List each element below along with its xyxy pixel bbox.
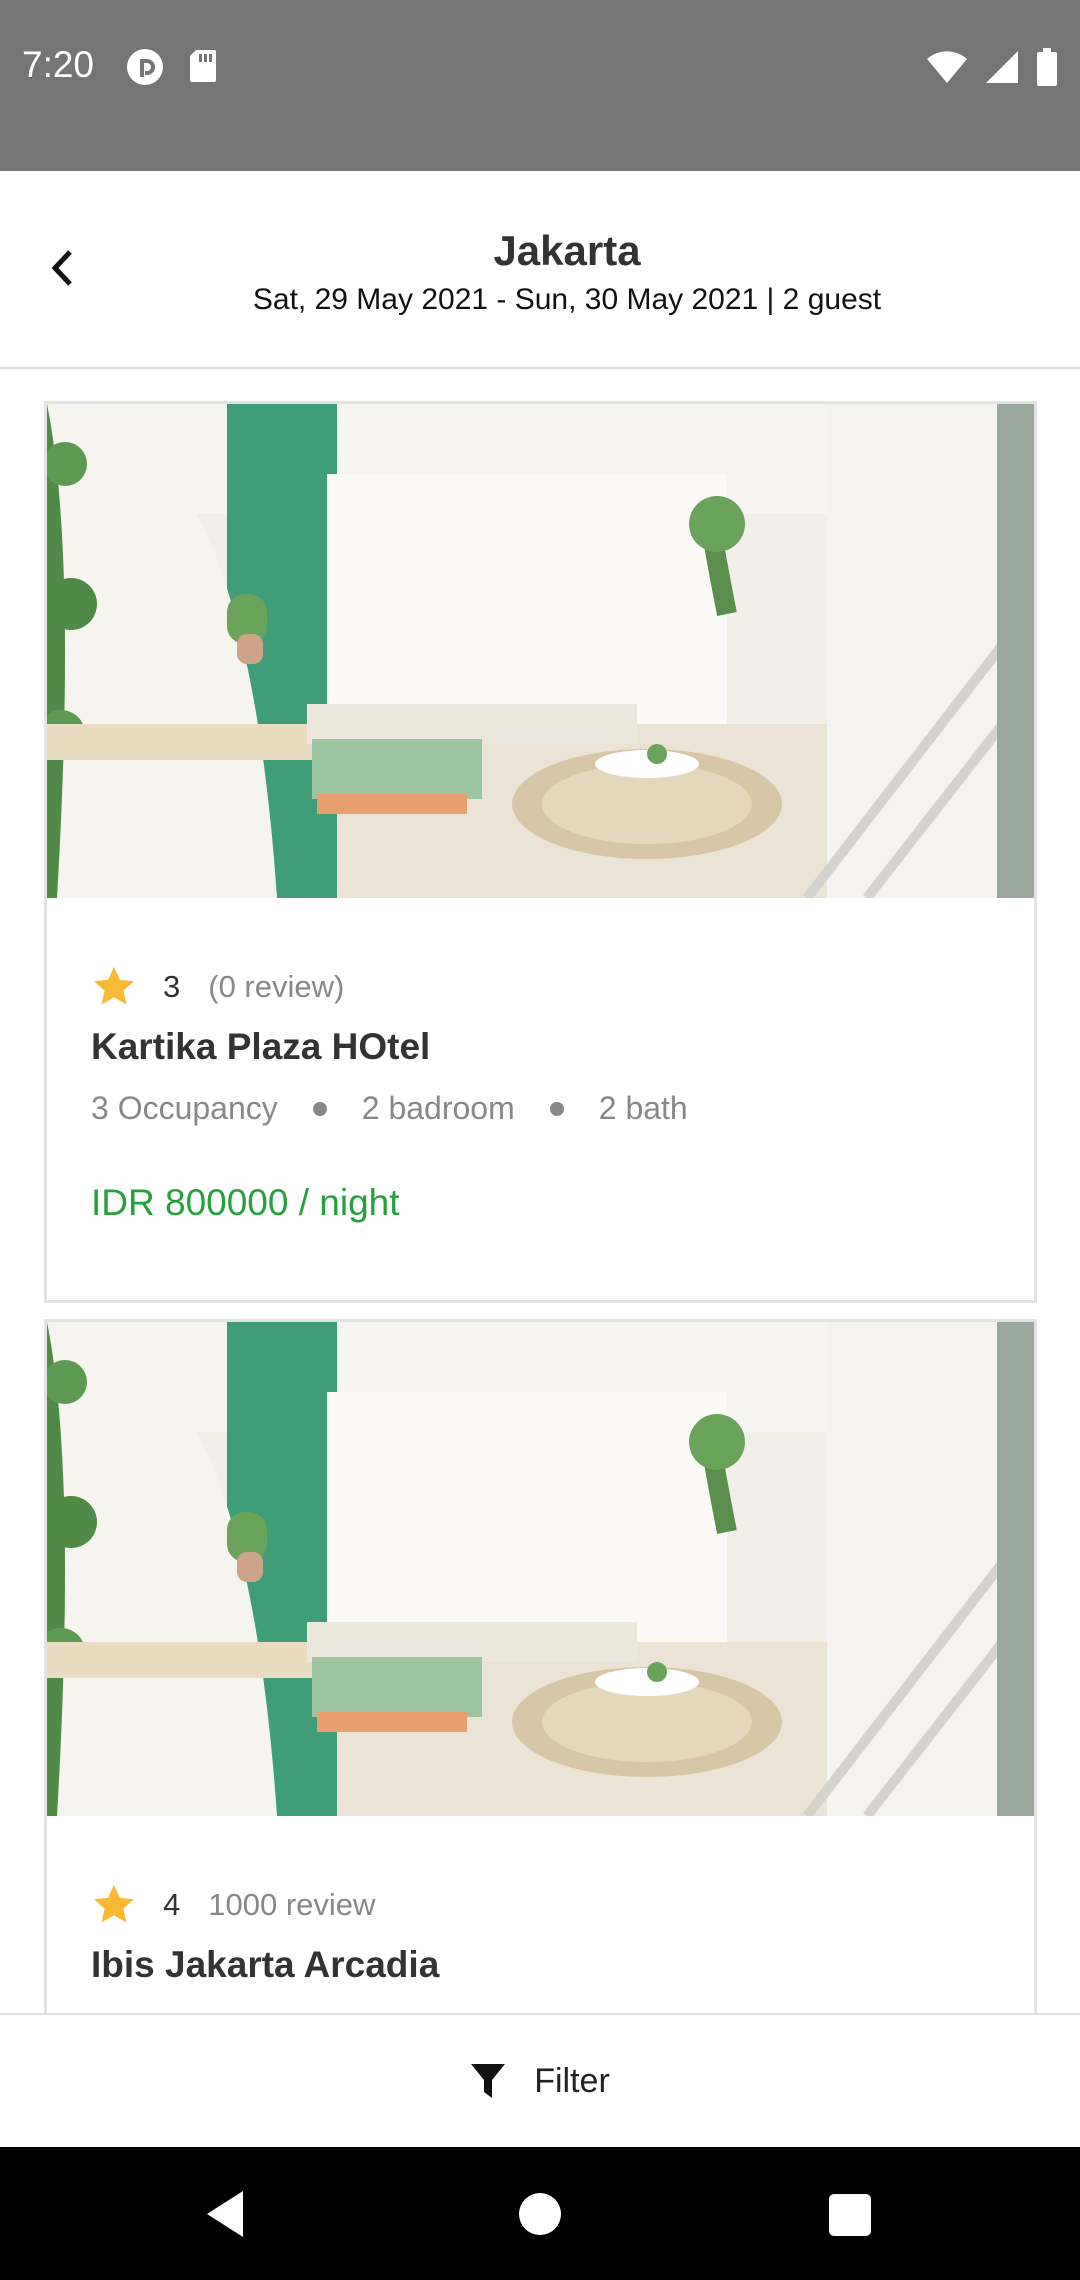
bedroom-label: 2 badroom <box>361 1090 515 1126</box>
filter-button[interactable]: Filter <box>470 2062 610 2101</box>
filter-bar: Filter <box>0 2013 1080 2147</box>
occupancy-label: 3 Occupancy <box>91 1090 278 1126</box>
battery-icon <box>1036 48 1058 91</box>
hotel-name: Ibis Jakarta Arcadia <box>91 1944 440 1985</box>
amenities-row: 3 Occupancy 2 badroom 2 bath <box>91 1090 688 1127</box>
status-bar: 7:20 <box>0 0 1080 171</box>
rating-value: 3 <box>163 969 181 1004</box>
nav-recents-icon[interactable] <box>829 2194 871 2236</box>
filter-label: Filter <box>534 2061 610 2100</box>
system-nav-bar <box>0 2147 1080 2280</box>
hotel-list: 3 (0 review) Kartika Plaza HOtel 3 Occup… <box>0 371 1080 2013</box>
price-label: IDR 800000 / night <box>91 1182 400 1223</box>
review-count: 1000 review <box>208 1887 376 1922</box>
app-header: Jakarta Sat, 29 May 2021 - Sun, 30 May 2… <box>0 171 1080 369</box>
filter-funnel-icon <box>471 2064 506 2098</box>
star-icon <box>94 1884 134 1923</box>
status-left-icons <box>126 48 218 91</box>
status-time: 7:20 <box>22 44 95 85</box>
status-right-icons <box>926 48 1058 91</box>
review-count: (0 review) <box>208 969 345 1004</box>
rating-row: 3 (0 review) <box>91 964 344 1010</box>
hotel-name: Kartika Plaza HOtel <box>91 1026 431 1067</box>
sd-card-icon <box>188 48 218 91</box>
dot-separator-icon <box>312 1101 327 1116</box>
hotel-photo <box>47 1322 1034 1816</box>
rating-row: 4 1000 review <box>91 1882 375 1928</box>
nav-home-icon[interactable] <box>519 2193 561 2235</box>
nav-back-icon[interactable] <box>203 2188 247 2240</box>
bath-label: 2 bath <box>598 1090 688 1126</box>
hotel-card[interactable]: 4 1000 review Ibis Jakarta Arcadia <box>44 1319 1037 2013</box>
dot-separator-icon <box>549 1101 564 1116</box>
page-title: Jakarta <box>493 227 641 274</box>
star-icon <box>94 966 134 1005</box>
hotel-photo <box>47 404 1034 898</box>
pocket-casts-icon <box>126 48 164 91</box>
wifi-icon <box>926 50 968 89</box>
cellular-signal-icon <box>984 49 1020 90</box>
hotel-card[interactable]: 3 (0 review) Kartika Plaza HOtel 3 Occup… <box>44 401 1037 1303</box>
search-summary: Sat, 29 May 2021 - Sun, 30 May 2021 | 2 … <box>252 283 882 316</box>
rating-value: 4 <box>163 1887 181 1922</box>
